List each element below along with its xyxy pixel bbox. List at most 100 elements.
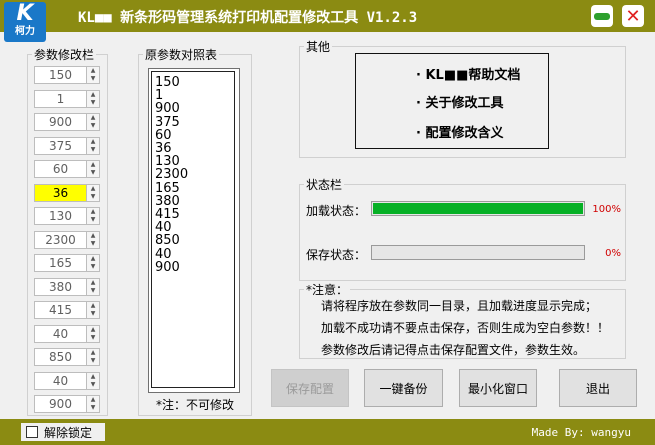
param-spinner[interactable]: 130 ▲ ▼	[34, 207, 100, 225]
spin-up-icon[interactable]: ▲	[87, 373, 99, 381]
param-value[interactable]: 60	[35, 161, 86, 177]
spin-down-icon[interactable]: ▼	[87, 99, 99, 107]
spinner-arrows: ▲ ▼	[86, 396, 99, 412]
spinner-arrows: ▲ ▼	[86, 325, 99, 342]
unlock-label: 解除锁定	[44, 425, 93, 440]
param-value[interactable]: 36	[35, 184, 86, 201]
spin-down-icon[interactable]: ▼	[87, 75, 99, 83]
spinner-arrows: ▲ ▼	[86, 137, 99, 154]
spin-up-icon[interactable]: ▲	[87, 302, 99, 310]
spinner-arrows: ▲ ▼	[86, 302, 99, 318]
spin-down-icon[interactable]: ▼	[87, 263, 99, 271]
spinner-arrows: ▲ ▼	[86, 184, 99, 201]
spinner-arrows: ▲ ▼	[86, 90, 99, 107]
spin-up-icon[interactable]: ▲	[87, 185, 99, 193]
spin-up-icon[interactable]: ▲	[87, 161, 99, 169]
note-line: 参数修改后请记得点击保存配置文件，参数生效。	[321, 343, 586, 357]
param-value[interactable]: 375	[35, 138, 86, 154]
spin-down-icon[interactable]: ▼	[87, 404, 99, 412]
param-value[interactable]: 850	[35, 349, 86, 365]
title-bar: K 柯力 KL■■ 新条形码管理系统打印机配置修改工具 V1.2.3 ✕	[0, 0, 655, 42]
spin-up-icon[interactable]: ▲	[87, 208, 99, 216]
about-tool-link[interactable]: · 关于修改工具	[416, 92, 503, 111]
spin-down-icon[interactable]: ▼	[87, 216, 99, 224]
param-value[interactable]: 165	[35, 255, 86, 271]
spin-down-icon[interactable]: ▼	[87, 146, 99, 154]
param-value[interactable]: 150	[35, 67, 86, 83]
save-config-button[interactable]: 保存配置	[271, 369, 349, 407]
spin-down-icon[interactable]: ▼	[87, 357, 99, 365]
param-value[interactable]: 380	[35, 279, 86, 295]
backup-button[interactable]: 一键备份	[364, 369, 443, 407]
original-value: 40	[155, 246, 172, 262]
spin-up-icon[interactable]: ▲	[87, 67, 99, 75]
close-icon: ✕	[625, 5, 641, 27]
original-value: 150	[155, 75, 180, 90]
param-spinner[interactable]: 380 ▲ ▼	[34, 277, 100, 296]
original-values-box: 150 1 900 375 60 36 130 2300 165 380 415 40 850 40 900	[151, 71, 235, 388]
spinner-arrows: ▲ ▼	[86, 349, 99, 365]
spinner-arrows: ▲ ▼	[86, 278, 99, 295]
spin-up-icon[interactable]: ▲	[87, 91, 99, 99]
spin-up-icon[interactable]: ▲	[87, 326, 99, 334]
spin-up-icon[interactable]: ▲	[87, 138, 99, 146]
param-spinner[interactable]: 900 ▲ ▼	[34, 395, 100, 413]
minimize-button[interactable]: 最小化窗口	[459, 369, 537, 407]
original-value: 375	[155, 114, 180, 130]
param-panel-legend: 参数修改栏	[34, 48, 95, 62]
exit-button[interactable]: 退出	[559, 369, 637, 407]
minimize-icon	[594, 12, 610, 20]
param-spinner[interactable]: 415 ▲ ▼	[34, 301, 100, 319]
param-spinner[interactable]: 1 ▲ ▼	[34, 89, 100, 108]
spin-down-icon[interactable]: ▼	[87, 381, 99, 389]
spin-down-icon[interactable]: ▼	[87, 240, 99, 248]
spin-up-icon[interactable]: ▲	[87, 279, 99, 287]
spin-down-icon[interactable]: ▼	[87, 122, 99, 130]
param-value[interactable]: 40	[35, 326, 86, 342]
param-spinner[interactable]: 2300 ▲ ▼	[34, 230, 100, 249]
param-spinner[interactable]: 165 ▲ ▼	[34, 254, 100, 272]
checkbox-icon[interactable]	[26, 426, 38, 438]
original-value: 2300	[155, 167, 189, 183]
param-value[interactable]: 1	[35, 91, 86, 107]
note-line: 请将程序放在参数同一目录，且加载进度显示完成；	[321, 299, 598, 313]
spin-down-icon[interactable]: ▼	[87, 169, 99, 177]
help-doc-link[interactable]: · KL■■帮助文档	[416, 64, 520, 83]
spin-down-icon[interactable]: ▼	[87, 310, 99, 318]
window-title: KL■■ 新条形码管理系统打印机配置修改工具 V1.2.3	[78, 10, 418, 26]
config-meaning-link[interactable]: · 配置修改含义	[416, 122, 503, 141]
param-spinner[interactable]: 36 ▲ ▼	[34, 183, 100, 202]
param-spinner[interactable]: 900 ▲ ▼	[34, 113, 100, 131]
param-spinner[interactable]: 375 ▲ ▼	[34, 136, 100, 155]
spinner-arrows: ▲ ▼	[86, 231, 99, 248]
spin-up-icon[interactable]: ▲	[87, 349, 99, 357]
status-panel: 状态栏	[299, 176, 626, 281]
param-value[interactable]: 2300	[35, 232, 86, 248]
close-window-button[interactable]: ✕	[622, 5, 644, 27]
logo-text: 柯力	[15, 26, 35, 37]
original-values-list[interactable]: 150 1 900 375 60 36 130 2300 165 380 415 40 850 40 900	[148, 68, 240, 393]
param-value[interactable]: 40	[35, 373, 86, 389]
spin-up-icon[interactable]: ▲	[87, 255, 99, 263]
spin-down-icon[interactable]: ▼	[87, 193, 99, 201]
original-panel-legend: 原参数对照表	[145, 48, 218, 62]
param-value[interactable]: 130	[35, 208, 86, 224]
minimize-window-button[interactable]	[591, 5, 613, 27]
spinner-arrows: ▲ ▼	[86, 161, 99, 177]
spin-up-icon[interactable]: ▲	[87, 114, 99, 122]
param-value[interactable]: 415	[35, 302, 86, 318]
param-spinner[interactable]: 850 ▲ ▼	[34, 348, 100, 366]
spin-down-icon[interactable]: ▼	[87, 287, 99, 295]
param-value[interactable]: 900	[35, 396, 86, 412]
spinner-arrows: ▲ ▼	[86, 114, 99, 130]
app-logo: K 柯力	[4, 2, 46, 42]
param-spinner[interactable]: 150 ▲ ▼	[34, 66, 100, 84]
spin-up-icon[interactable]: ▲	[87, 232, 99, 240]
param-spinner[interactable]: 40 ▲ ▼	[34, 324, 100, 343]
spin-down-icon[interactable]: ▼	[87, 334, 99, 342]
unlock-checkbox[interactable]: 解除锁定	[21, 423, 105, 441]
spin-up-icon[interactable]: ▲	[87, 396, 99, 404]
param-spinner[interactable]: 60 ▲ ▼	[34, 160, 100, 178]
param-spinner[interactable]: 40 ▲ ▼	[34, 371, 100, 390]
param-value[interactable]: 900	[35, 114, 86, 130]
